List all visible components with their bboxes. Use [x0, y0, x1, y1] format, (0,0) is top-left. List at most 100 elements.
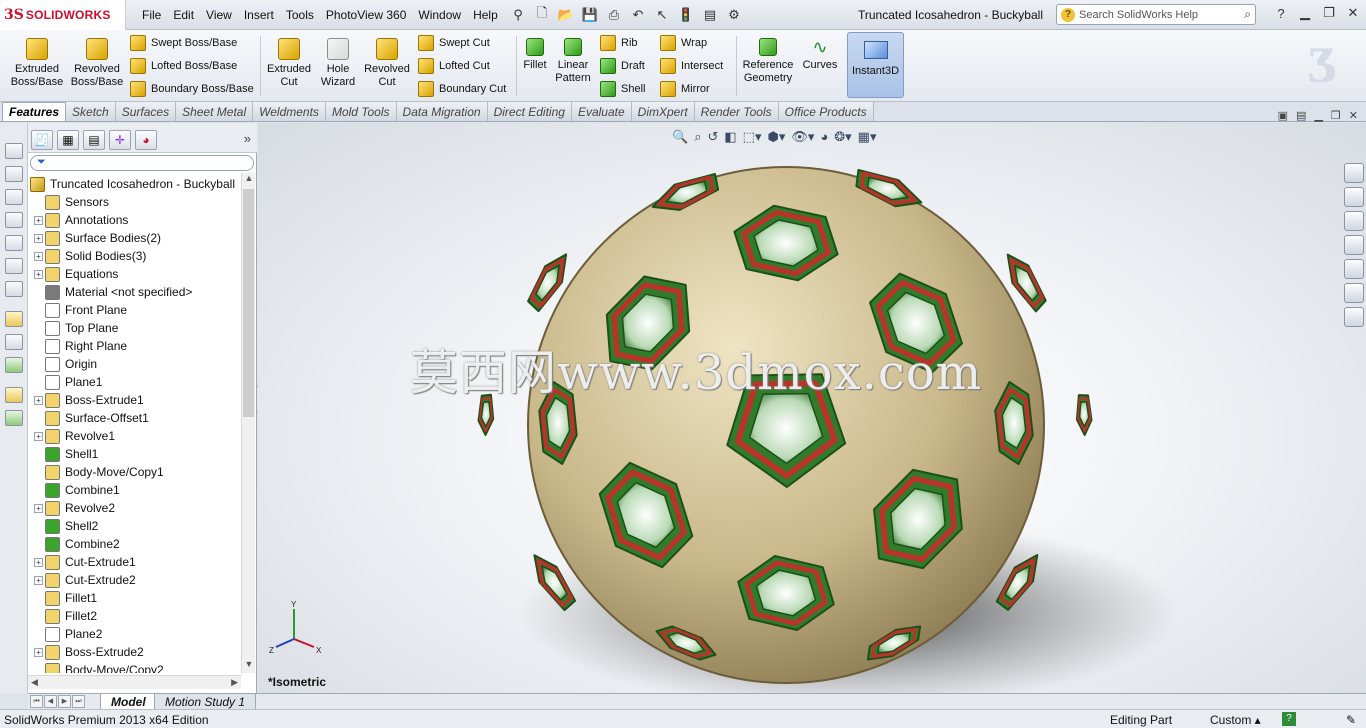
- swept-cut-button[interactable]: Swept Cut: [418, 33, 490, 53]
- view-palette-icon[interactable]: [1344, 259, 1364, 279]
- tree-item[interactable]: + Surface Bodies(2): [34, 229, 161, 247]
- tree-vertical-scrollbar[interactable]: ▲ ▼: [241, 173, 255, 673]
- front-view-icon[interactable]: [5, 166, 23, 182]
- instant3d-button[interactable]: Instant3D: [847, 32, 904, 98]
- expand-icon[interactable]: +: [34, 575, 43, 585]
- save-icon[interactable]: 💾: [580, 5, 600, 25]
- expand-icon[interactable]: +: [34, 503, 43, 513]
- tab-sheet-metal[interactable]: Sheet Metal: [176, 102, 254, 121]
- smart-dimension-icon[interactable]: [5, 334, 23, 350]
- graphics-area[interactable]: 🔍 ⌕ ↺ ◧ ⬚▾ ⬢▾ 👁▾ ◕ ❂▾ ▦▾ 莫西网www.3dmox.co…: [258, 123, 1366, 693]
- tab-office-products[interactable]: Office Products: [778, 102, 874, 121]
- file-explorer-icon[interactable]: [1344, 235, 1364, 255]
- view-orientation-icon[interactable]: [5, 143, 23, 159]
- relations-icon[interactable]: [5, 357, 23, 373]
- tree-item[interactable]: + Solid Bodies(3): [34, 247, 146, 265]
- extruded-cut-button[interactable]: Extruded Cut: [262, 34, 316, 89]
- left-view-icon[interactable]: [5, 212, 23, 228]
- file-properties-icon[interactable]: ▤: [700, 5, 720, 25]
- extruded-boss-button[interactable]: Extruded Boss/Base: [8, 34, 66, 89]
- menu-window[interactable]: Window: [412, 8, 467, 22]
- restore-icon[interactable]: ❐: [1320, 5, 1338, 21]
- linear-pattern-button[interactable]: Linear Pattern: [553, 34, 593, 85]
- doc-restore-icon[interactable]: ❐: [1331, 109, 1341, 122]
- tree-item[interactable]: + Boss-Extrude2: [34, 643, 144, 661]
- close-icon[interactable]: ✕: [1344, 5, 1362, 21]
- right-view-icon[interactable]: [5, 235, 23, 251]
- tab-sketch[interactable]: Sketch: [66, 102, 116, 121]
- expand-icon[interactable]: +: [34, 251, 43, 261]
- search-icon[interactable]: ⌕: [1244, 7, 1251, 22]
- menu-file[interactable]: File: [136, 8, 167, 22]
- rib-button[interactable]: Rib: [600, 33, 638, 53]
- tree-item[interactable]: Material <not specified>: [34, 283, 192, 301]
- swept-boss-button[interactable]: Swept Boss/Base: [130, 33, 237, 53]
- draft-button[interactable]: Draft: [600, 56, 645, 76]
- tab-data-migration[interactable]: Data Migration: [396, 102, 488, 121]
- revolved-boss-button[interactable]: Revolved Boss/Base: [68, 34, 126, 89]
- expand-icon[interactable]: +: [34, 269, 43, 279]
- expand-tabs-icon[interactable]: »: [244, 131, 251, 146]
- tree-filter-input[interactable]: ⏷: [30, 155, 254, 171]
- tree-item[interactable]: Top Plane: [34, 319, 118, 337]
- last-tab-icon[interactable]: ⏭: [72, 695, 85, 708]
- tree-item[interactable]: Surface-Offset1: [34, 409, 149, 427]
- tree-item[interactable]: + Revolve2: [34, 499, 115, 517]
- tab-dimxpert[interactable]: DimXpert: [631, 102, 695, 121]
- menu-tools[interactable]: Tools: [280, 8, 320, 22]
- tree-item[interactable]: + Equations: [34, 265, 118, 283]
- tree-item[interactable]: Fillet2: [34, 607, 97, 625]
- wrap-button[interactable]: Wrap: [660, 33, 707, 53]
- tab-motion-study[interactable]: Motion Study 1: [154, 694, 257, 710]
- property-manager-tab-icon[interactable]: ▦: [57, 130, 79, 150]
- tree-item[interactable]: Front Plane: [34, 301, 127, 319]
- options-icon[interactable]: ⚙: [724, 5, 744, 25]
- tab-model[interactable]: Model: [100, 694, 157, 710]
- dimxpert-tab-icon[interactable]: ✛: [109, 130, 131, 150]
- mirror-button[interactable]: Mirror: [660, 79, 710, 99]
- rebuild-icon[interactable]: 🚦: [676, 5, 696, 25]
- next-tab-icon[interactable]: ▶: [58, 695, 71, 708]
- expand-icon[interactable]: +: [34, 215, 43, 225]
- tree-item[interactable]: Body-Move/Copy2: [34, 661, 164, 673]
- open-folder-icon[interactable]: 📂: [556, 5, 576, 25]
- reference-geometry-button[interactable]: Reference Geometry: [740, 34, 796, 85]
- intersect-button[interactable]: Intersect: [660, 56, 723, 76]
- tree-item[interactable]: + Cut-Extrude2: [34, 571, 136, 589]
- solidworks-resources-icon[interactable]: [1344, 163, 1364, 183]
- shell-button[interactable]: Shell: [600, 79, 645, 99]
- curves-button[interactable]: ∿ Curves: [800, 34, 840, 72]
- hole-wizard-button[interactable]: Hole Wizard: [316, 34, 360, 89]
- minimize-icon[interactable]: ▁: [1296, 5, 1314, 21]
- tree-horizontal-scrollbar[interactable]: ◀ ▶: [28, 675, 241, 689]
- boundary-cut-button[interactable]: Boundary Cut: [418, 79, 506, 99]
- menu-insert[interactable]: Insert: [238, 8, 280, 22]
- tab-evaluate[interactable]: Evaluate: [571, 102, 632, 121]
- lofted-boss-button[interactable]: Lofted Boss/Base: [130, 56, 237, 76]
- menu-photoview-360[interactable]: PhotoView 360: [320, 8, 413, 22]
- tree-item[interactable]: + Cut-Extrude1: [34, 553, 136, 571]
- display-manager-tab-icon[interactable]: ◕: [135, 130, 157, 150]
- help-status-icon[interactable]: ?: [1282, 712, 1296, 726]
- tab-direct-editing[interactable]: Direct Editing: [487, 102, 572, 121]
- pin-icon[interactable]: ⚲: [508, 5, 528, 25]
- select-arrow-icon[interactable]: ↖: [652, 5, 672, 25]
- extrude-icon[interactable]: [5, 387, 23, 403]
- search-box[interactable]: ? Search SolidWorks Help ⌕: [1056, 4, 1256, 25]
- tree-item[interactable]: Origin: [34, 355, 97, 373]
- configuration-manager-tab-icon[interactable]: ▤: [83, 130, 105, 150]
- sketch-icon[interactable]: [5, 311, 23, 327]
- back-view-icon[interactable]: [5, 189, 23, 205]
- tree-item[interactable]: Fillet1: [34, 589, 97, 607]
- appearances-icon[interactable]: [1344, 283, 1364, 303]
- new-document-icon[interactable]: 🗋: [532, 5, 552, 25]
- buckyball-model[interactable]: [258, 123, 1366, 693]
- scroll-thumb[interactable]: [243, 189, 254, 417]
- tab-mold-tools[interactable]: Mold Tools: [325, 102, 397, 121]
- help-menu-icon[interactable]: ?: [1272, 6, 1290, 21]
- feature-tree-tab-icon[interactable]: 🧾: [31, 130, 53, 150]
- scroll-right-icon[interactable]: ▶: [231, 677, 238, 688]
- tree-item[interactable]: Combine1: [34, 481, 120, 499]
- bottom-view-icon[interactable]: [5, 281, 23, 297]
- tab-render-tools[interactable]: Render Tools: [694, 102, 779, 121]
